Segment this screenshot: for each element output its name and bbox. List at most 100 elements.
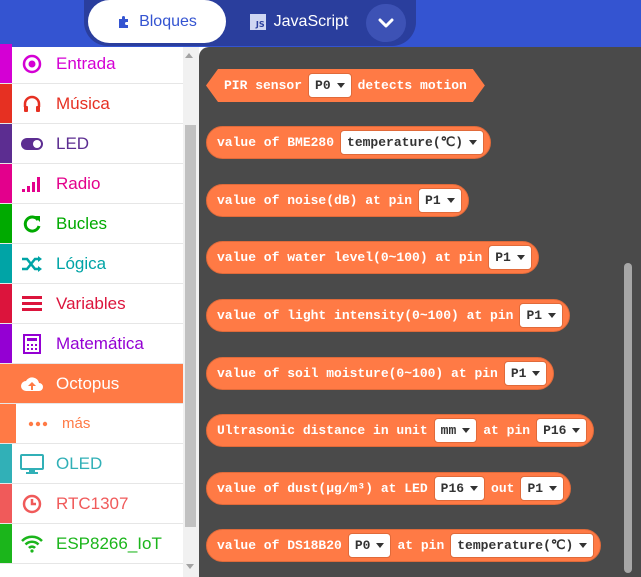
pin-dropdown[interactable]: P0	[308, 73, 352, 98]
editor-menu-button[interactable]	[366, 4, 406, 42]
category-octopus[interactable]: Octopus	[0, 364, 184, 404]
block-bme280[interactable]: value of BME280 temperature(℃)	[206, 126, 492, 159]
block-text: detects motion	[357, 78, 467, 93]
block-text: value of light intensity(0~100) at pin	[217, 308, 514, 323]
category-led[interactable]: LED	[0, 124, 184, 164]
dropdown-value: P16	[440, 481, 465, 496]
measure-dropdown[interactable]: temperature(℃)	[450, 533, 595, 558]
category-radio[interactable]: Radio	[0, 164, 184, 204]
ellipsis-icon	[26, 412, 50, 436]
block-noise[interactable]: value of noise(dB) at pin P1	[206, 184, 469, 217]
caret-down-icon	[337, 83, 345, 88]
category-color-bar	[0, 284, 12, 323]
pin-dropdown[interactable]: P1	[488, 245, 532, 270]
block-text: PIR sensor	[224, 78, 303, 93]
category-bucles[interactable]: Bucles	[0, 204, 184, 244]
caret-down-icon	[469, 140, 478, 145]
category-label: Música	[56, 94, 110, 113]
sidebar-scrollbar-thumb[interactable]	[185, 125, 196, 527]
block-water-level[interactable]: value of water level(0~100) at pin P1	[206, 241, 539, 274]
block-text: at pin	[483, 423, 531, 438]
category-color-bar	[0, 164, 12, 203]
block-text: value of dust(μg/m³) at LED	[217, 481, 428, 496]
pin-dropdown[interactable]: P1	[519, 303, 564, 328]
dropdown-value: P1	[527, 481, 544, 496]
block-text: Ultrasonic distance in unit	[217, 423, 428, 438]
tab-blocks[interactable]: Bloques	[88, 0, 226, 43]
category-octopus-mas[interactable]: más	[0, 404, 184, 444]
led-pin-dropdown[interactable]: P16	[433, 476, 486, 501]
target-icon	[20, 52, 44, 76]
category-logica[interactable]: Lógica	[0, 244, 184, 284]
block-text: at pin	[397, 538, 445, 553]
category-label: Octopus	[56, 374, 120, 393]
tab-javascript-label: JavaScript	[273, 12, 349, 30]
pin-dropdown[interactable]: P1	[418, 188, 462, 213]
caret-down-icon	[376, 543, 385, 548]
unit-dropdown[interactable]: mm	[433, 418, 478, 443]
category-variables[interactable]: Variables	[0, 284, 184, 324]
category-oled[interactable]: OLED	[0, 444, 184, 484]
category-label: Variables	[56, 294, 126, 313]
dropdown-value: P1	[495, 250, 511, 265]
javascript-icon: JS	[249, 13, 266, 30]
pin-dropdown[interactable]: P1	[503, 361, 548, 386]
category-sidebar: Entrada Música LED Radio Bucles Lógica V…	[0, 44, 184, 577]
block-soil-moisture[interactable]: value of soil moisture(0~100) at pin P1	[206, 357, 555, 390]
category-color-bar	[0, 324, 12, 363]
shuffle-icon	[20, 252, 44, 276]
cloud-upload-icon	[20, 372, 44, 396]
caret-down-icon	[446, 198, 455, 203]
toggle-icon	[20, 132, 44, 156]
top-toolbar: Bloques JS JavaScript	[0, 0, 641, 47]
category-entrada[interactable]: Entrada	[0, 44, 184, 84]
block-text: value of BME280	[217, 135, 335, 150]
block-text: value of water level(0~100) at pin	[217, 250, 483, 265]
out-pin-dropdown[interactable]: P1	[520, 476, 565, 501]
pin-dropdown[interactable]: P16	[536, 418, 588, 443]
category-musica[interactable]: Música	[0, 84, 184, 124]
dropdown-value: P1	[510, 366, 527, 381]
block-ultrasonic[interactable]: Ultrasonic distance in unit mm at pin P1…	[206, 414, 595, 447]
scroll-up-arrow-icon[interactable]	[185, 53, 193, 58]
dropdown-value: temperature(℃)	[347, 135, 464, 150]
refresh-icon	[20, 212, 44, 236]
pin-dropdown[interactable]: P0	[347, 533, 392, 558]
signal-bars-icon	[20, 172, 44, 196]
scroll-down-arrow-icon[interactable]	[186, 564, 194, 569]
clock-icon	[20, 492, 44, 516]
category-color-bar	[0, 524, 12, 563]
category-color-bar	[0, 44, 12, 83]
block-text: out	[491, 481, 515, 496]
block-pir-sensor[interactable]: PIR sensor P0 detects motion	[206, 69, 485, 102]
block-text: value of noise(dB) at pin	[217, 193, 413, 208]
caret-down-icon	[579, 543, 588, 548]
calculator-icon	[20, 332, 44, 356]
category-label: ESP8266_IoT	[56, 534, 162, 553]
wifi-icon	[20, 532, 44, 556]
category-color-bar	[0, 84, 12, 123]
dropdown-value: P0	[354, 538, 371, 553]
list-icon	[20, 292, 44, 316]
category-label: más	[62, 415, 91, 432]
flyout-scrollbar-thumb[interactable]	[624, 263, 632, 573]
tab-javascript[interactable]: JS JavaScript	[240, 0, 358, 43]
category-color-bar	[0, 484, 12, 523]
category-label: OLED	[56, 454, 103, 473]
category-color-bar	[0, 244, 12, 283]
block-ds18b20[interactable]: value of DS18B20 P0 at pin temperature(℃…	[206, 529, 602, 562]
chevron-down-icon	[378, 18, 394, 28]
category-label: Matemática	[56, 334, 144, 353]
block-dust[interactable]: value of dust(μg/m³) at LED P16 out P1	[206, 472, 572, 505]
block-light-intensity[interactable]: value of light intensity(0~100) at pin P…	[206, 299, 571, 332]
dropdown-value: temperature(℃)	[457, 538, 574, 553]
caret-down-icon	[462, 428, 471, 433]
monitor-icon	[20, 452, 44, 476]
category-color-bar	[0, 124, 12, 163]
category-color-bar	[0, 204, 12, 243]
measure-dropdown[interactable]: temperature(℃)	[340, 130, 485, 155]
category-esp8266-iot[interactable]: ESP8266_IoT	[0, 524, 184, 564]
dropdown-value: mm	[440, 423, 457, 438]
category-rtc1307[interactable]: RTC1307	[0, 484, 184, 524]
category-matematica[interactable]: Matemática	[0, 324, 184, 364]
